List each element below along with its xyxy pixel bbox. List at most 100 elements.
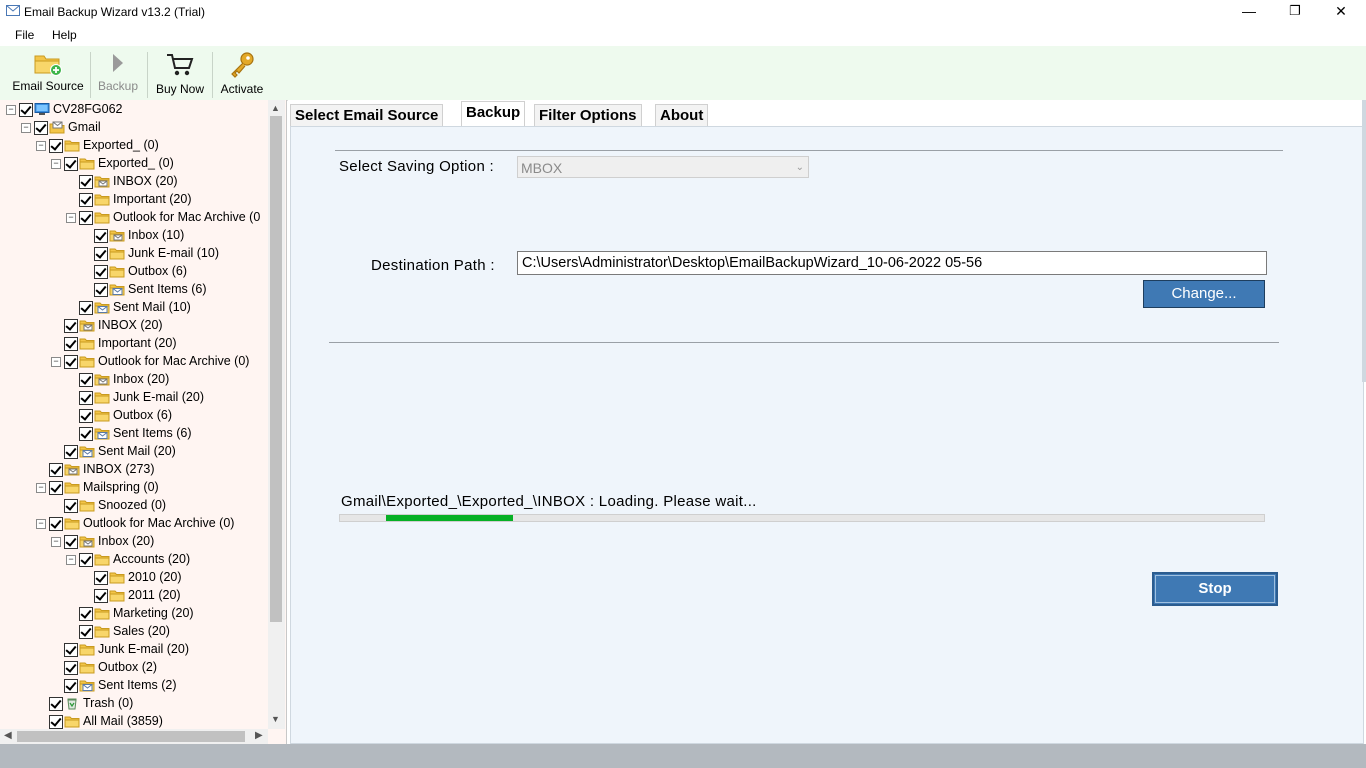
tree-node[interactable]: Outbox (6) (0, 407, 268, 425)
scrollbar-thumb[interactable] (17, 731, 245, 742)
tree-checkbox[interactable] (64, 337, 78, 351)
tree-checkbox[interactable] (64, 535, 78, 549)
scroll-down-icon[interactable]: ▼ (271, 714, 280, 724)
minimize-button[interactable]: — (1226, 0, 1272, 24)
tree-expander-icon[interactable]: − (51, 537, 61, 547)
activate-button[interactable]: Activate (215, 46, 269, 100)
tree-node[interactable]: − Outlook for Mac Archive (0) (0, 515, 268, 533)
scrollbar-thumb[interactable] (270, 116, 282, 622)
tree-node[interactable]: Important (20) (0, 191, 268, 209)
destination-path-input[interactable]: C:\Users\Administrator\Desktop\EmailBack… (517, 251, 1267, 275)
tree-expander-icon[interactable]: − (51, 159, 61, 169)
tree-node[interactable]: 2011 (20) (0, 587, 268, 605)
tree-node[interactable]: Sent Items (6) (0, 281, 268, 299)
tree-node[interactable]: − Outlook for Mac Archive (0) (0, 353, 268, 371)
tree-node[interactable]: Sales (20) (0, 623, 268, 641)
tree-node[interactable]: − Exported_ (0) (0, 155, 268, 173)
tree-expander-icon[interactable]: − (36, 141, 46, 151)
tree-checkbox[interactable] (79, 193, 93, 207)
tree-checkbox[interactable] (49, 481, 63, 495)
tree-checkbox[interactable] (94, 247, 108, 261)
tree-expander-icon[interactable]: − (66, 555, 76, 565)
tree-checkbox[interactable] (79, 409, 93, 423)
tree-node[interactable]: Marketing (20) (0, 605, 268, 623)
tree-checkbox[interactable] (34, 121, 48, 135)
maximize-button[interactable]: ❐ (1272, 0, 1318, 24)
tree-node[interactable]: Inbox (20) (0, 371, 268, 389)
tree-node[interactable]: Sent Items (2) (0, 677, 268, 695)
tree-checkbox[interactable] (79, 625, 93, 639)
email-source-button[interactable]: Email Source (8, 46, 88, 100)
tree-checkbox[interactable] (64, 661, 78, 675)
tree-checkbox[interactable] (79, 553, 93, 567)
tree-node[interactable]: − Inbox (20) (0, 533, 268, 551)
tree-checkbox[interactable] (49, 715, 63, 729)
tree-node[interactable]: All Mail (3859) (0, 713, 268, 729)
scroll-left-icon[interactable]: ◀ (4, 730, 12, 741)
tree-vertical-scrollbar[interactable]: ▲ ▼ (268, 100, 285, 729)
scroll-up-icon[interactable]: ▲ (271, 103, 280, 113)
tree-checkbox[interactable] (64, 643, 78, 657)
tree-node[interactable]: Important (20) (0, 335, 268, 353)
tree-expander-icon[interactable]: − (66, 213, 76, 223)
tree-expander-icon[interactable]: − (21, 123, 31, 133)
scroll-right-icon[interactable]: ▶ (255, 730, 263, 741)
tree-checkbox[interactable] (94, 571, 108, 585)
tree-node[interactable]: Sent Items (6) (0, 425, 268, 443)
tree-node[interactable]: 2010 (20) (0, 569, 268, 587)
tree-node[interactable]: Junk E-mail (10) (0, 245, 268, 263)
menu-file[interactable]: File (15, 28, 34, 42)
tree-checkbox[interactable] (79, 607, 93, 621)
tree-node[interactable]: Sent Mail (10) (0, 299, 268, 317)
tree-expander-icon[interactable]: − (36, 483, 46, 493)
saving-option-select[interactable]: MBOX ⌄ (517, 156, 809, 178)
tree-node[interactable]: − Accounts (20) (0, 551, 268, 569)
tree-checkbox[interactable] (64, 157, 78, 171)
tree-checkbox[interactable] (94, 229, 108, 243)
tree-node[interactable]: Outbox (2) (0, 659, 268, 677)
tree-checkbox[interactable] (64, 319, 78, 333)
tree-checkbox[interactable] (49, 697, 63, 711)
tree-checkbox[interactable] (49, 517, 63, 531)
change-button[interactable]: Change... (1143, 280, 1265, 308)
tree-node[interactable]: INBOX (273) (0, 461, 268, 479)
tree-checkbox[interactable] (79, 391, 93, 405)
tree-expander-icon[interactable]: − (51, 357, 61, 367)
tree-node[interactable]: − CV28FG062 (0, 101, 268, 119)
tree-node[interactable]: Outbox (6) (0, 263, 268, 281)
tree-checkbox[interactable] (79, 211, 93, 225)
tree-checkbox[interactable] (64, 445, 78, 459)
tree-checkbox[interactable] (64, 679, 78, 693)
menu-help[interactable]: Help (52, 28, 77, 42)
tree-checkbox[interactable] (79, 373, 93, 387)
tree-horizontal-scrollbar[interactable]: ◀ ▶ (0, 729, 268, 744)
tree-node[interactable]: Inbox (10) (0, 227, 268, 245)
tab-filter-options[interactable]: Filter Options (534, 104, 642, 128)
stop-button[interactable]: Stop (1152, 572, 1278, 606)
tree-node[interactable]: INBOX (20) (0, 317, 268, 335)
tab-select-email-source[interactable]: Select Email Source (290, 104, 444, 128)
tree-checkbox[interactable] (79, 175, 93, 189)
tree-node[interactable]: Trash (0) (0, 695, 268, 713)
tree-node[interactable]: Junk E-mail (20) (0, 641, 268, 659)
tree-checkbox[interactable] (79, 427, 93, 441)
tree-node[interactable]: Snoozed (0) (0, 497, 268, 515)
tab-about[interactable]: About (655, 104, 709, 128)
tree-node[interactable]: INBOX (20) (0, 173, 268, 191)
tree-expander-icon[interactable]: − (6, 105, 16, 115)
tree-checkbox[interactable] (94, 283, 108, 297)
tree-node[interactable]: − Mailspring (0) (0, 479, 268, 497)
tree-checkbox[interactable] (79, 301, 93, 315)
tree-checkbox[interactable] (19, 103, 33, 117)
tree-expander-icon[interactable]: − (36, 519, 46, 529)
tree-node[interactable]: Sent Mail (20) (0, 443, 268, 461)
tree-checkbox[interactable] (94, 265, 108, 279)
tree-node[interactable]: − Exported_ (0) (0, 137, 268, 155)
tree-node[interactable]: Junk E-mail (20) (0, 389, 268, 407)
tree-checkbox[interactable] (94, 589, 108, 603)
tree-node[interactable]: − Outlook for Mac Archive (0 (0, 209, 268, 227)
buy-now-button[interactable]: Buy Now (150, 46, 210, 100)
tree-checkbox[interactable] (49, 139, 63, 153)
tree-checkbox[interactable] (49, 463, 63, 477)
tree-checkbox[interactable] (64, 499, 78, 513)
